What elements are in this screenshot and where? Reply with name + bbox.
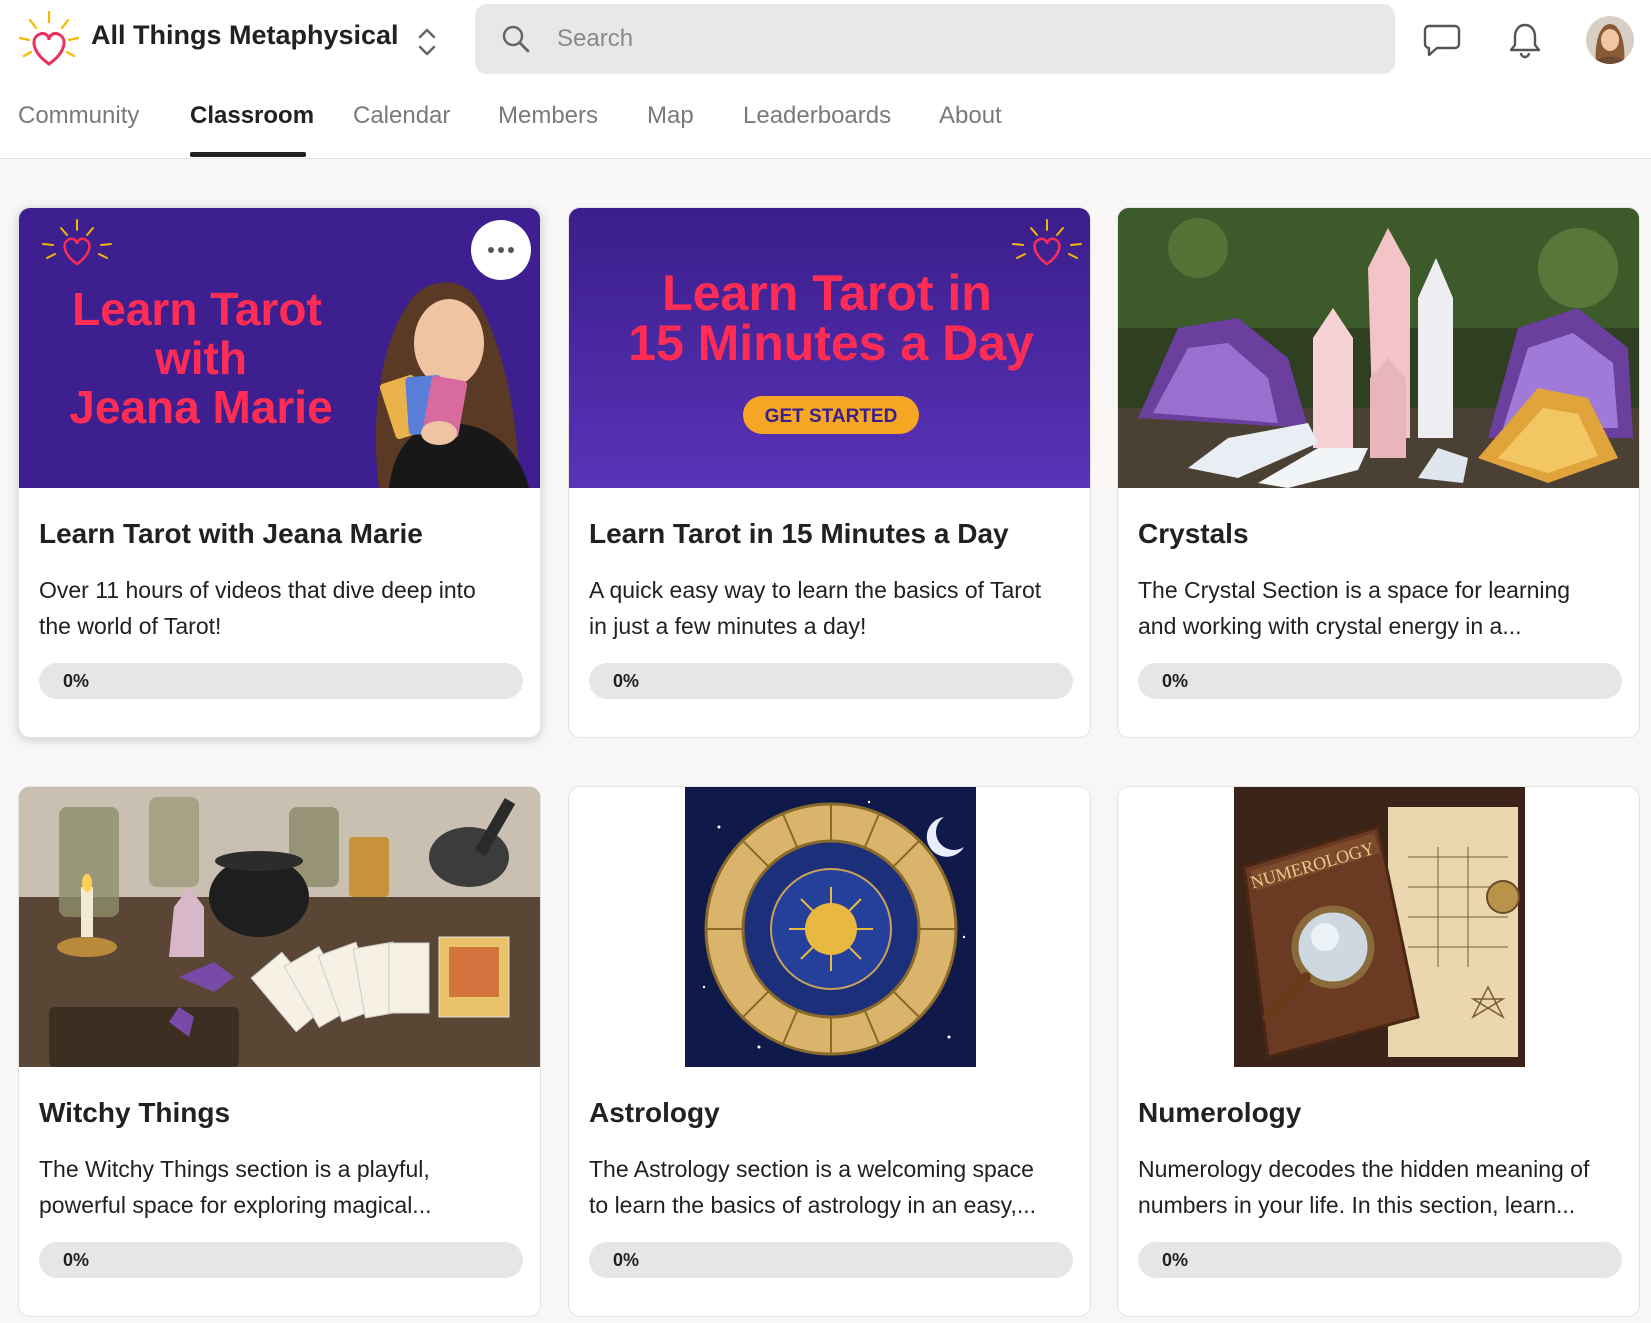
course-description-line: the world of Tarot! bbox=[39, 613, 222, 639]
course-progress-bar: 0% bbox=[589, 663, 1073, 699]
search-icon bbox=[502, 25, 530, 53]
banner-cta-label: GET STARTED bbox=[765, 406, 898, 427]
course-description-line: and working with crystal energy in a... bbox=[1138, 613, 1522, 639]
active-tab-indicator bbox=[190, 152, 306, 157]
progress-label: 0% bbox=[1162, 1250, 1189, 1270]
ellipsis-icon bbox=[488, 247, 514, 253]
course-thumbnail bbox=[1118, 208, 1639, 488]
course-description-line: powerful space for exploring magical... bbox=[39, 1192, 432, 1218]
course-progress-bar: 0% bbox=[589, 1242, 1073, 1278]
course-title: Learn Tarot in 15 Minutes a Day bbox=[589, 518, 1009, 549]
tab-community[interactable]: Community bbox=[18, 102, 139, 130]
tab-calendar[interactable]: Calendar bbox=[353, 102, 450, 130]
course-description-line: A quick easy way to learn the basics of … bbox=[589, 577, 1042, 603]
course-description: A quick easy way to learn the basics of … bbox=[589, 572, 1074, 644]
avatar[interactable] bbox=[1586, 16, 1634, 64]
banner-line-2: with bbox=[154, 332, 247, 384]
course-description: The Witchy Things section is a playful, … bbox=[39, 1151, 524, 1223]
banner-line-1: Learn Tarot bbox=[72, 283, 322, 335]
course-title: Learn Tarot with Jeana Marie bbox=[39, 518, 423, 549]
progress-label: 0% bbox=[63, 671, 90, 691]
course-thumbnail: NUMEROLOGY bbox=[1118, 787, 1639, 1067]
course-thumbnail: Learn Tarot with Jeana Marie bbox=[19, 208, 540, 488]
more-options-button[interactable] bbox=[471, 220, 531, 280]
tab-about[interactable]: About bbox=[939, 102, 1002, 130]
tab-leaderboards[interactable]: Leaderboards bbox=[743, 102, 891, 130]
course-title: Astrology bbox=[589, 1097, 720, 1128]
course-title: Numerology bbox=[1138, 1097, 1302, 1128]
course-card-crystals[interactable]: Crystals The Crystal Section is a space … bbox=[1117, 207, 1640, 738]
course-progress-bar: 0% bbox=[39, 1242, 523, 1278]
course-description: The Astrology section is a welcoming spa… bbox=[589, 1151, 1074, 1223]
course-description-line: Over 11 hours of videos that dive deep i… bbox=[39, 577, 476, 603]
banner-line-2: 15 Minutes a Day bbox=[628, 315, 1034, 371]
course-progress-bar: 0% bbox=[1138, 1242, 1622, 1278]
banner-line-3: Jeana Marie bbox=[69, 381, 332, 433]
course-description-line: The Crystal Section is a space for learn… bbox=[1138, 577, 1571, 603]
chat-icon[interactable] bbox=[1420, 18, 1464, 62]
course-description-line: The Astrology section is a welcoming spa… bbox=[589, 1156, 1034, 1182]
course-description: The Crystal Section is a space for learn… bbox=[1138, 572, 1623, 644]
course-card-witchy-things[interactable]: Witchy Things The Witchy Things section … bbox=[18, 786, 541, 1317]
course-progress-bar: 0% bbox=[39, 663, 523, 699]
course-description: Numerology decodes the hidden meaning of… bbox=[1138, 1151, 1623, 1223]
top-header: All Things Metaphysical Community Classr… bbox=[0, 0, 1651, 159]
nav-tabs: Community Classroom Calendar Members Map… bbox=[0, 90, 1100, 158]
course-description: Over 11 hours of videos that dive deep i… bbox=[39, 572, 524, 644]
course-title: Crystals bbox=[1138, 518, 1249, 549]
search-bar[interactable] bbox=[475, 4, 1395, 74]
switcher-chevrons-icon[interactable] bbox=[412, 22, 442, 62]
tab-members[interactable]: Members bbox=[498, 102, 598, 130]
course-description-line: numbers in your life. In this section, l… bbox=[1138, 1192, 1576, 1218]
course-description-line: The Witchy Things section is a playful, bbox=[39, 1156, 430, 1182]
tab-map[interactable]: Map bbox=[647, 102, 694, 130]
course-description-line: to learn the basics of astrology in an e… bbox=[589, 1192, 1037, 1218]
bell-icon[interactable] bbox=[1503, 18, 1547, 62]
course-progress-bar: 0% bbox=[1138, 663, 1622, 699]
course-card-learn-tarot-jeana[interactable]: Learn Tarot with Jeana Marie Learn Tarot… bbox=[18, 207, 541, 738]
group-name[interactable]: All Things Metaphysical bbox=[91, 20, 399, 51]
logo-heart-icon[interactable] bbox=[16, 8, 82, 74]
course-card-numerology[interactable]: NUMEROLOGY Numerology Numerology decodes… bbox=[1117, 786, 1640, 1317]
course-title: Witchy Things bbox=[39, 1097, 231, 1128]
search-input[interactable] bbox=[557, 25, 1377, 53]
course-thumbnail bbox=[19, 787, 540, 1067]
course-thumbnail: Learn Tarot in 15 Minutes a Day GET STAR… bbox=[569, 208, 1090, 488]
progress-label: 0% bbox=[613, 671, 640, 691]
tab-classroom[interactable]: Classroom bbox=[190, 102, 314, 130]
progress-label: 0% bbox=[63, 1250, 90, 1270]
course-description-line: in just a few minutes a day! bbox=[589, 613, 867, 639]
course-card-learn-tarot-15-min[interactable]: Learn Tarot in 15 Minutes a Day GET STAR… bbox=[568, 207, 1091, 738]
progress-label: 0% bbox=[613, 1250, 640, 1270]
course-card-astrology[interactable]: Astrology The Astrology section is a wel… bbox=[568, 786, 1091, 1317]
banner-line-1: Learn Tarot in bbox=[662, 265, 992, 321]
course-description-line: Numerology decodes the hidden meaning of bbox=[1138, 1156, 1590, 1182]
course-thumbnail bbox=[569, 787, 1090, 1067]
progress-label: 0% bbox=[1162, 671, 1189, 691]
